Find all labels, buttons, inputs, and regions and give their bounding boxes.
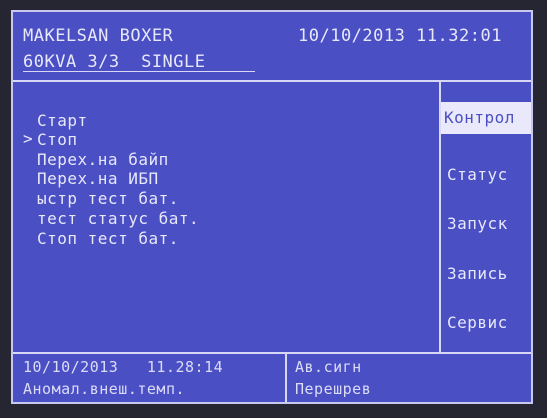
side-menu-launch[interactable]: Запуск	[447, 214, 508, 233]
footer-vertical-divider	[285, 354, 287, 402]
menu-item-quick-battery-test[interactable]: ыстр тест бат.	[37, 189, 179, 208]
menu-item-battery-status-test[interactable]: тест статус бат.	[37, 209, 199, 228]
header-datetime: 10/10/2013 11.32:01	[298, 26, 502, 46]
footer-alarm-title: Ав.сигн	[295, 358, 362, 376]
lcd-screen: MAKELSAN BOXER 60KVA 3/3 SINGLE 10/10/20…	[11, 10, 533, 404]
side-menu-log[interactable]: Запись	[447, 264, 508, 283]
menu-cursor: >	[23, 129, 33, 148]
header-model: MAKELSAN BOXER	[23, 26, 174, 46]
header-config: 60KVA 3/3 SINGLE	[23, 52, 206, 72]
side-menu-service[interactable]: Сервис	[447, 313, 508, 332]
footer-alarm-event: Перешрев	[295, 380, 372, 398]
footer-event: Аномал.внеш.темп.	[23, 380, 186, 398]
side-menu-status[interactable]: Статус	[447, 165, 508, 184]
menu-item-start[interactable]: Старт	[37, 111, 88, 130]
footer-datetime: 10/10/2013 11.28:14	[23, 358, 224, 376]
side-menu-control[interactable]: Контрол	[444, 108, 515, 127]
header-divider	[13, 80, 531, 82]
menu-item-stop[interactable]: Стоп	[37, 130, 78, 149]
header-underline	[23, 71, 255, 72]
menu-item-stop-battery-test[interactable]: Стоп тест бат.	[37, 229, 179, 248]
menu-item-ups[interactable]: Перех.на ИБП	[37, 169, 159, 188]
menu-item-bypass[interactable]: Перех.на байп	[37, 150, 169, 169]
footer-divider	[13, 352, 531, 354]
